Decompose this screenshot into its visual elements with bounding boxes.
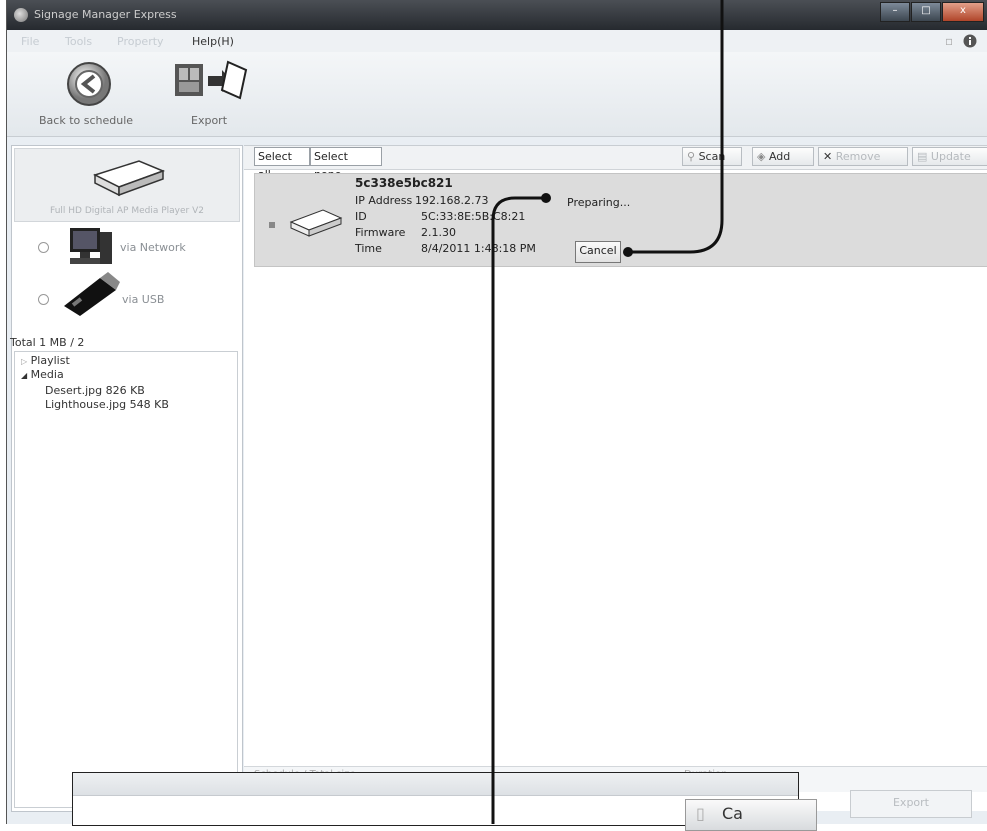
via-network-label: via Network [120,241,186,254]
device-type-name: Full HD Digital AP Media Player V2 [50,206,204,216]
back-to-schedule-label: Back to schedule [39,114,134,127]
tree-media[interactable]: ◢ Media [21,368,64,381]
via-usb-radio[interactable] [38,294,49,305]
id-label: ID [355,210,367,223]
title-bar: Signage Manager Express – □ x [7,0,987,30]
export-button[interactable]: Export [850,790,972,818]
firmware-value: 2.1.30 [421,226,456,239]
back-to-schedule-button[interactable] [65,58,113,109]
select-none-button[interactable]: Select none [310,147,382,181]
zoomed-dialog-inset: ▯ Ca [72,772,817,831]
content-tree[interactable]: ▷ Playlist ◢ Media Desert.jpg 826 KB Lig… [14,351,238,808]
back-arrow-icon [67,62,111,106]
export-icon [175,60,248,100]
menu-help[interactable]: Help(H) [192,35,234,48]
search-icon: ⚲ [687,150,696,163]
collapse-icon[interactable]: ◢ [21,371,27,380]
selection-marker [269,222,275,228]
document-icon: ▯ [696,804,705,823]
tree-media-file[interactable]: Lighthouse.jpg 548 KB [45,398,169,411]
menu-property[interactable]: Property [117,35,164,48]
network-computer-icon [70,228,112,264]
update-icon: ▤ [917,150,928,163]
id-value: 5C:33:8E:5B:C8:21 [421,210,526,223]
menu-tools[interactable]: Tools [65,35,92,48]
expand-icon[interactable]: ▷ [21,357,27,366]
add-button[interactable]: ◈ Add [752,147,814,166]
menu-file[interactable]: File [21,35,39,48]
device-name: 5c338e5bc821 [355,176,453,190]
window-controls: – □ x [879,2,984,22]
app-window: Signage Manager Express – □ x File Tools… [6,0,987,824]
inset-cancel-button[interactable]: ▯ Ca [685,799,817,831]
media-player-icon [93,160,166,197]
remove-button[interactable]: ✕ Remove [818,147,908,166]
remove-icon: ✕ [823,150,833,163]
scan-button[interactable]: ⚲ Scan [682,147,742,166]
pin-icon[interactable]: ▫ [945,34,953,48]
minimize-button[interactable]: – [880,2,910,22]
device-list-panel: Select all Select none ⚲ Scan ◈ Add ✕ Re… [244,145,987,811]
app-icon [14,8,28,22]
select-all-button[interactable]: Select all [254,147,310,181]
close-button[interactable]: x [942,2,984,22]
device-toolbar: Select all Select none ⚲ Scan ◈ Add ✕ Re… [244,146,987,181]
tree-media-file[interactable]: Desert.jpg 826 KB [45,384,145,397]
ip-address-label: IP Address [355,194,413,207]
ribbon: Back to schedule Export [7,52,987,137]
ip-address-value: 192.168.2.73 [415,194,489,207]
tree-playlist[interactable]: ▷ Playlist [21,354,70,367]
firmware-label: Firmware [355,226,406,239]
left-panel: Full HD Digital AP Media Player V2 via N… [10,145,243,812]
total-size: Total 1 MB / 2 [10,336,85,349]
update-button[interactable]: ▤ Update [912,147,987,166]
maximize-button[interactable]: □ [911,2,941,22]
inset-strip [73,773,798,796]
status-text: Preparing... [567,196,631,209]
menu-bar: File Tools Property Help(H) ▫ [7,30,987,52]
export-ribbon-label: Export [191,114,228,127]
via-usb-label: via USB [122,293,165,306]
device-type-card[interactable]: Full HD Digital AP Media Player V2 [14,148,240,222]
media-player-icon [289,209,343,237]
add-icon: ◈ [757,150,766,163]
time-label: Time [355,242,382,255]
usb-drive-icon [64,272,120,316]
via-network-radio[interactable] [38,242,49,253]
time-value: 8/4/2011 1:48:18 PM [421,242,536,255]
window-title: Signage Manager Express [34,8,177,21]
export-ribbon-button[interactable] [170,54,250,107]
device-list-item[interactable]: 5c338e5bc821 IP Address 192.168.2.73 ID … [254,173,987,267]
info-icon[interactable] [963,34,977,51]
cancel-button[interactable]: Cancel [575,241,621,263]
